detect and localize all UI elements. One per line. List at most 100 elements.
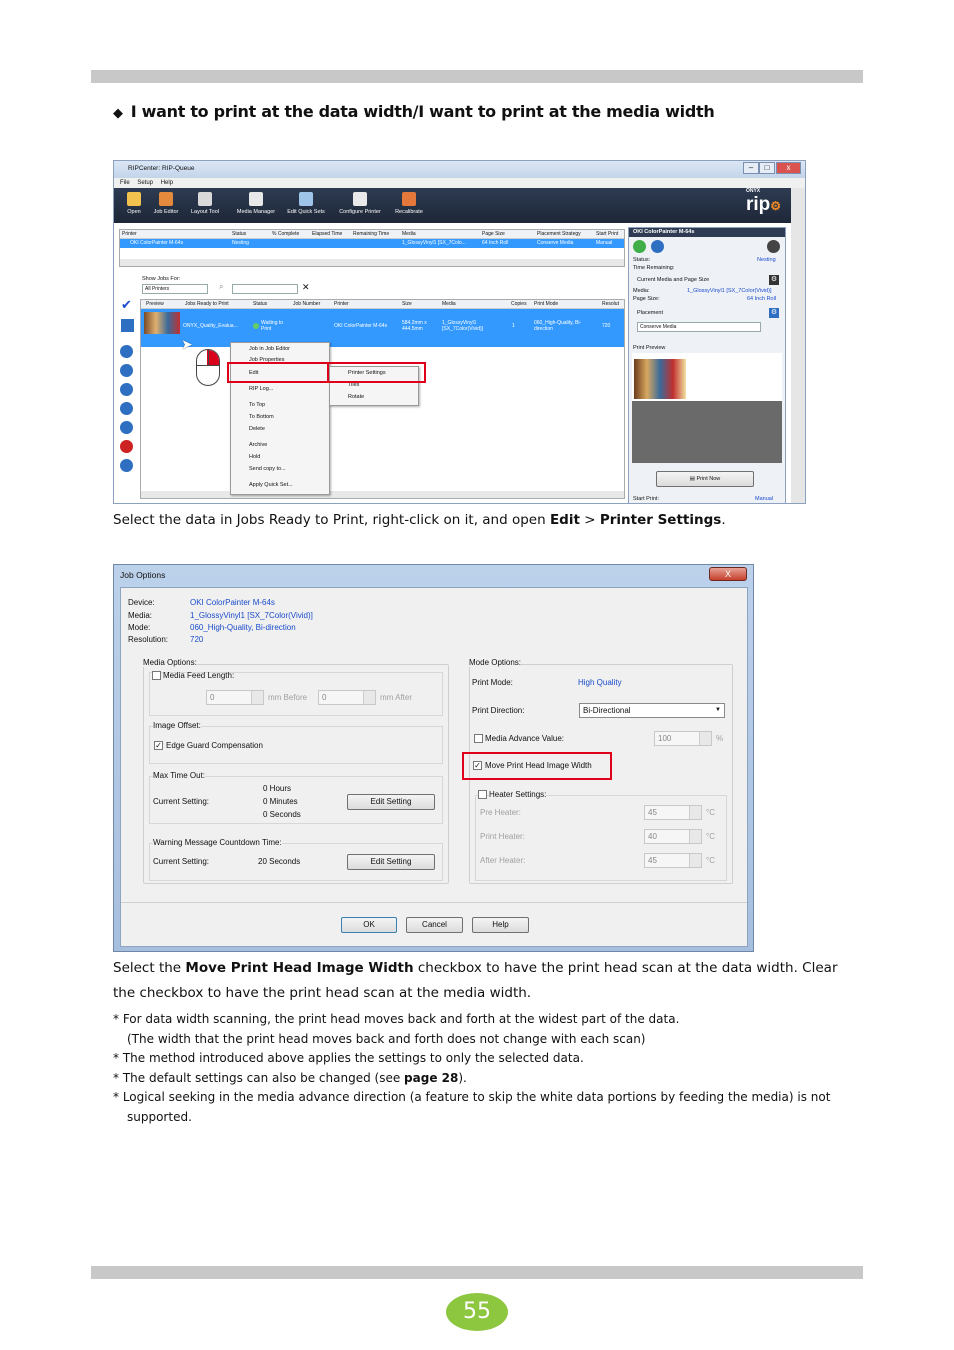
power-icon[interactable] (633, 240, 646, 253)
after-heater-label: After Heater: (480, 856, 526, 865)
print-heater-unit: °C (706, 832, 715, 841)
edge-guard-label: Edge Guard Compensation (166, 741, 263, 750)
media-feed-length-checkbox[interactable] (152, 671, 161, 680)
pre-heater-label: Pre Heater: (480, 808, 521, 817)
printer-row[interactable]: OKI ColorPainter M-64s Nesting 1_GlossyV… (120, 239, 624, 248)
edit-tool-icon[interactable] (121, 319, 134, 332)
caption-2: Select the Move Print Head Image Width c… (113, 960, 838, 1001)
jobs-table-scrollbar[interactable] (141, 491, 624, 498)
timeout-edit-setting-button[interactable]: Edit Setting (347, 794, 435, 810)
clear-search-icon[interactable]: ✕ (302, 282, 310, 293)
media-gear-icon[interactable]: ⚙ (769, 275, 779, 285)
recalibrate-icon (402, 192, 416, 206)
after-input[interactable]: 0 (318, 690, 376, 705)
mode-options-label: Mode Options: (469, 658, 522, 667)
heater-settings-checkbox[interactable] (478, 790, 487, 799)
ctx-to-top[interactable]: To Top (249, 402, 265, 408)
after-heater-input[interactable]: 45 (644, 853, 702, 868)
ctx-hold[interactable]: Hold (249, 454, 260, 460)
after-unit: mm After (380, 693, 413, 702)
timeout-current-label: Current Setting: (153, 797, 210, 806)
window-title: RIPCenter: RIP-Queue (128, 165, 195, 172)
menu-setup[interactable]: Setup (137, 180, 153, 186)
note-4: * Logical seeking in the media advance d… (113, 1090, 831, 1124)
configure-printer-button[interactable]: Configure Printer (334, 192, 386, 215)
diamond-icon: ◆ (113, 106, 123, 121)
device-info: Device: OKI ColorPainter M-64s Media: 1_… (128, 598, 313, 644)
status-dot-icon (253, 323, 259, 329)
move-up-icon[interactable] (120, 345, 133, 358)
print-mode-label: Print Mode: (472, 678, 513, 687)
side-printer-name: OKI ColorPainter M-64s (629, 228, 785, 237)
cancel-button[interactable]: Cancel (406, 917, 463, 933)
search-icon: ⌕ (219, 282, 224, 291)
printer-table-scrollbar[interactable] (120, 259, 624, 266)
placement-gear-icon[interactable]: ⚙ (769, 308, 779, 318)
move-down-icon[interactable] (120, 383, 133, 396)
edit-quick-sets-button[interactable]: Edit Quick Sets (284, 192, 328, 215)
ctx-apply-quick-set[interactable]: Apply Quick Set... (249, 482, 293, 488)
ctx-job-in-editor[interactable]: Job in Job Editor (249, 346, 290, 352)
close-icon[interactable]: x (776, 162, 801, 174)
placement-select[interactable]: Conserve Media (637, 322, 761, 332)
move-top-icon[interactable] (120, 364, 133, 377)
dialog-title: Job Options (120, 570, 166, 580)
ctx-send-copy[interactable]: Send copy to... (249, 466, 286, 472)
info-icon[interactable] (651, 240, 664, 253)
job-editor-button[interactable]: Job Editor (146, 192, 186, 215)
show-jobs-select[interactable]: All Printers (142, 284, 208, 294)
highlight-edit-box (227, 362, 329, 383)
window-titlebar: RIPCenter: RIP-Queue – □ x (114, 161, 805, 178)
submenu-rotate[interactable]: Rotate (348, 394, 364, 400)
after-heater-unit: °C (706, 856, 715, 865)
max-timeout-label: Max Time Out: (153, 771, 206, 780)
media-advance-input[interactable]: 100 (654, 731, 712, 746)
refresh-icon[interactable] (120, 421, 133, 434)
print-now-button[interactable]: ▤ Print Now (656, 471, 754, 487)
layout-tool-button[interactable]: Layout Tool (185, 192, 225, 215)
job-search-input[interactable] (232, 284, 298, 294)
printer-icon (353, 192, 367, 206)
ctx-rip-log[interactable]: RIP Log... (249, 386, 273, 392)
print-direction-select[interactable]: Bi-Directional (579, 703, 725, 718)
page-number: 55 (446, 1293, 508, 1331)
note-1-continued: (The width that the print head moves bac… (127, 1031, 646, 1046)
checkmark-tool-icon[interactable]: ✔ (121, 297, 132, 313)
maximize-icon[interactable]: □ (759, 162, 775, 174)
menu-help[interactable]: Help (161, 180, 173, 186)
print-heater-label: Print Heater: (480, 832, 525, 841)
ok-button[interactable]: OK (341, 917, 397, 933)
pre-heater-input[interactable]: 45 (644, 805, 702, 820)
before-input[interactable]: 0 (206, 690, 264, 705)
warning-countdown: 20 Seconds (258, 857, 301, 866)
hold-icon[interactable] (120, 459, 133, 472)
before-unit: mm Before (268, 693, 308, 702)
delete-icon[interactable] (120, 440, 133, 453)
move-print-head-checkbox[interactable]: ✓ (473, 761, 482, 770)
help-button[interactable]: Help (472, 917, 529, 933)
jobs-table-header: Preview Jobs Ready to Print Status Job N… (141, 300, 624, 309)
edge-guard-checkbox[interactable]: ✓ (154, 741, 163, 750)
settings-round-icon[interactable] (767, 240, 780, 253)
job-row[interactable]: ONYX_Quality_Evalua... Waiting to Print … (141, 309, 624, 347)
dialog-close-button[interactable]: X (709, 567, 747, 581)
ctx-archive[interactable]: Archive (249, 442, 267, 448)
media-manager-button[interactable]: Media Manager (233, 192, 279, 215)
media-advance-checkbox[interactable] (474, 734, 483, 743)
ctx-to-bottom[interactable]: To Bottom (249, 414, 274, 420)
minimize-icon[interactable]: – (743, 162, 759, 174)
menu-file[interactable]: File (120, 180, 130, 186)
window-scrollbar[interactable] (791, 188, 805, 503)
move-bottom-icon[interactable] (120, 402, 133, 415)
print-mode-value: High Quality (578, 678, 622, 687)
printer-table: Printer Status % Complete Elapsed Time R… (119, 229, 625, 267)
onyx-rip-logo: ONYX rip⚙ (745, 188, 781, 215)
ctx-delete[interactable]: Delete (249, 426, 265, 432)
section-heading: ◆ I want to print at the data width/I wan… (113, 102, 715, 121)
warning-edit-setting-button[interactable]: Edit Setting (347, 854, 435, 870)
button-separator (121, 902, 747, 903)
recalibrate-button[interactable]: Recalibrate (389, 192, 429, 215)
mouse-icon (196, 349, 220, 386)
print-heater-input[interactable]: 40 (644, 829, 702, 844)
note-1: * For data width scanning, the print hea… (113, 1012, 680, 1026)
